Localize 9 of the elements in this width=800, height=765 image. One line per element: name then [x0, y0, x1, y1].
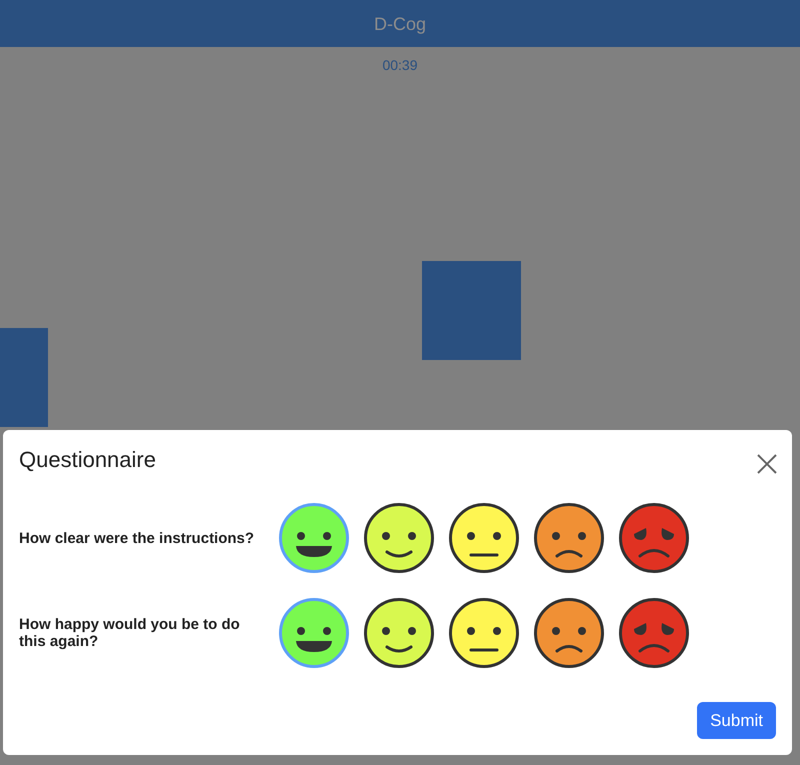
worried-face-icon [633, 526, 675, 558]
timer-text: 00:39 [382, 57, 418, 73]
worried-face-icon [633, 622, 675, 652]
question-label: How happy would you be to do this again? [19, 616, 241, 650]
app-title: D-Cog [374, 12, 426, 34]
submit-button[interactable]: Submit [697, 702, 776, 739]
dialog-title: Questionnaire [19, 447, 156, 473]
question-label: How clear were the instructions? [19, 530, 256, 546]
close-icon [757, 454, 777, 474]
